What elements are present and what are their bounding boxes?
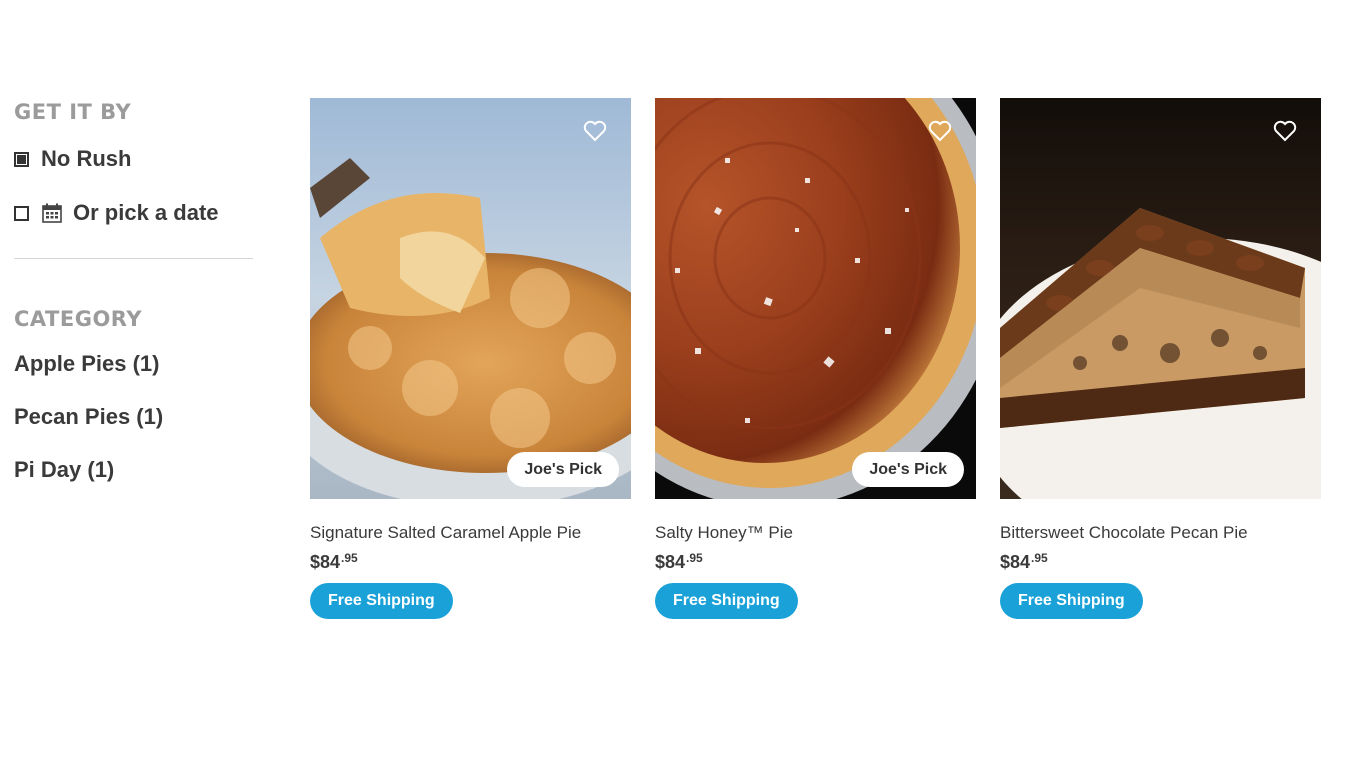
- price-dollars: $84: [655, 552, 686, 572]
- price-cents: .95: [1031, 551, 1048, 565]
- filter-divider: [14, 258, 253, 259]
- pick-date-checkbox[interactable]: [14, 205, 29, 221]
- free-shipping-badge: Free Shipping: [310, 583, 453, 619]
- category-apple-pies[interactable]: Apple Pies (1): [14, 351, 254, 404]
- price-cents: .95: [686, 551, 703, 565]
- pecan-pie-image: [1000, 98, 1321, 499]
- category-heading: CATEGORY: [14, 307, 143, 331]
- price-dollars: $84: [1000, 552, 1031, 572]
- heart-icon[interactable]: [583, 120, 607, 142]
- filter-sidebar: GET IT BY No Rush Or pick a date CATEGOR…: [14, 100, 254, 510]
- product-price: $84.95: [1000, 551, 1321, 573]
- free-shipping-badge: Free Shipping: [655, 583, 798, 619]
- heart-icon[interactable]: [1273, 120, 1297, 142]
- category-pecan-pies[interactable]: Pecan Pies (1): [14, 404, 254, 457]
- pick-date-label: Or pick a date: [73, 200, 219, 225]
- product-image-link[interactable]: Joe's Pick: [655, 98, 976, 499]
- heart-icon[interactable]: [928, 120, 952, 142]
- product-title[interactable]: Salty Honey™ Pie: [655, 523, 976, 543]
- product-title[interactable]: Bittersweet Chocolate Pecan Pie: [1000, 523, 1321, 543]
- product-title[interactable]: Signature Salted Caramel Apple Pie: [310, 523, 631, 543]
- product-price: $84.95: [310, 551, 631, 573]
- product-card: Bittersweet Chocolate Pecan Pie $84.95 F…: [1000, 98, 1321, 619]
- price-cents: .95: [341, 551, 358, 565]
- free-shipping-badge: Free Shipping: [1000, 583, 1143, 619]
- joes-pick-badge: Joe's Pick: [507, 452, 619, 487]
- category-list: Apple Pies (1) Pecan Pies (1) Pi Day (1): [14, 351, 254, 510]
- apple-pie-image: [310, 98, 631, 499]
- calendar-icon: [41, 202, 63, 224]
- price-dollars: $84: [310, 552, 341, 572]
- product-card: Joe's Pick Salty Honey™ Pie $84.95 Free …: [655, 98, 976, 619]
- salty-honey-pie-image: [655, 98, 976, 499]
- product-price: $84.95: [655, 551, 976, 573]
- no-rush-option[interactable]: No Rush: [14, 146, 254, 172]
- joes-pick-badge: Joe's Pick: [852, 452, 964, 487]
- no-rush-checkbox[interactable]: [14, 151, 29, 167]
- product-card: Joe's Pick Signature Salted Caramel Appl…: [310, 98, 631, 619]
- get-it-by-heading: GET IT BY: [14, 100, 132, 124]
- no-rush-label: No Rush: [41, 146, 132, 171]
- pick-date-option[interactable]: Or pick a date: [14, 200, 254, 226]
- product-image-link[interactable]: [1000, 98, 1321, 499]
- product-image-link[interactable]: Joe's Pick: [310, 98, 631, 499]
- category-pi-day[interactable]: Pi Day (1): [14, 457, 254, 510]
